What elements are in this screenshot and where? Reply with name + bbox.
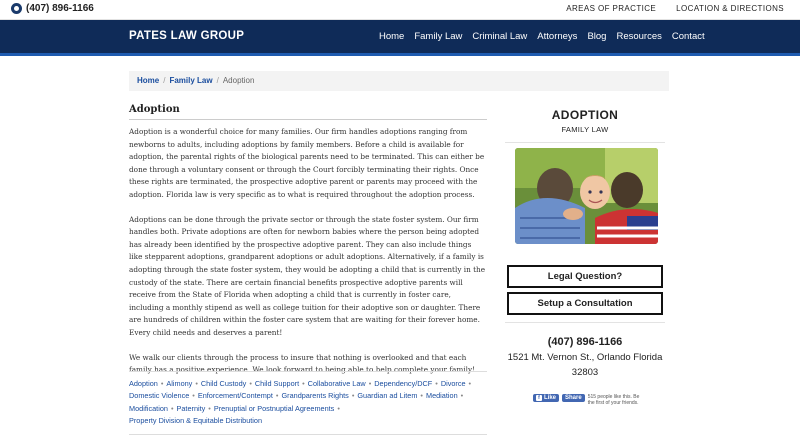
main-nav: Home Family Law Criminal Law Attorneys B… <box>379 31 715 42</box>
nav-resources[interactable]: Resources <box>616 31 661 42</box>
tag-link[interactable]: Domestic Violence <box>129 391 189 400</box>
link-location-directions[interactable]: LOCATION & DIRECTIONS <box>676 4 784 13</box>
tag-link[interactable]: Prenuptial or Postnuptial Agreements <box>214 404 334 413</box>
sidebar-title: ADOPTION <box>551 108 619 122</box>
address-line-2: 32803 <box>571 367 599 378</box>
tag-link[interactable]: Property Division & Equitable Distributi… <box>129 416 262 425</box>
address-line-1: 1521 Mt. Vernon St., Orlando Florida <box>507 352 663 363</box>
nav-contact[interactable]: Contact <box>672 31 705 42</box>
breadcrumb-separator: / <box>216 76 219 85</box>
breadcrumb-home[interactable]: Home <box>137 76 159 85</box>
phone-icon <box>11 3 22 14</box>
article-paragraph: Adoptions can be done through the privat… <box>129 214 486 337</box>
tag-link[interactable]: Child Support <box>255 379 299 388</box>
tag-link[interactable]: Grandparents Rights <box>281 391 348 400</box>
sidebar-subtitle: FAMILY LAW <box>561 125 609 134</box>
page-title: Adoption <box>129 104 487 120</box>
breadcrumb-current: Adoption <box>222 76 255 85</box>
tag-link[interactable]: Paternity <box>177 404 206 413</box>
nav-family-law[interactable]: Family Law <box>414 31 462 42</box>
sidebar-address: 1521 Mt. Vernon St., Orlando Florida 328… <box>505 350 665 380</box>
nav-attorneys[interactable]: Attorneys <box>537 31 577 42</box>
tag-link[interactable]: Child Custody <box>201 379 246 388</box>
tag-link[interactable]: Mediation <box>426 391 458 400</box>
legal-question-button[interactable]: Legal Question? <box>507 265 663 288</box>
facebook-like-count: 515 people like this. Be the first of yo… <box>587 394 640 406</box>
sidebar: ADOPTION FAMILY LAW Legal Question? Setu… <box>505 104 665 406</box>
link-areas-of-practice[interactable]: AREAS OF PRACTICE <box>566 4 656 13</box>
tag-link[interactable]: Adoption <box>129 379 158 388</box>
divider <box>129 434 487 435</box>
facebook-share-label: Share <box>565 395 582 401</box>
practice-area-links: Adoption • Alimony • Child Custody • Child Sup… <box>129 371 487 428</box>
breadcrumb: Home / Family Law / Adoption <box>129 71 669 91</box>
facebook-icon: f <box>536 395 542 401</box>
family-photo <box>515 148 658 244</box>
nav-blog[interactable]: Blog <box>587 31 606 42</box>
breadcrumb-family-law[interactable]: Family Law <box>169 76 212 85</box>
top-phone[interactable]: (407) 896-1166 <box>11 3 94 14</box>
family-photo-image <box>515 148 658 244</box>
site-brand[interactable]: PATES LAW GROUP <box>129 30 244 42</box>
article: Adoption Adoption is a wonderful choice … <box>129 104 487 389</box>
facebook-like-label: Like <box>544 395 557 401</box>
setup-consultation-button[interactable]: Setup a Consultation <box>507 292 663 315</box>
tag-link[interactable]: Modification <box>129 404 168 413</box>
breadcrumb-separator: / <box>163 76 166 85</box>
facebook-like-button[interactable]: f Like <box>533 394 560 402</box>
facebook-share-button[interactable]: Share <box>562 394 585 402</box>
nav-home[interactable]: Home <box>379 31 404 42</box>
tag-link[interactable]: Alimony <box>166 379 192 388</box>
article-paragraph: Adoption is a wonderful choice for many … <box>129 127 485 199</box>
utility-links: AREAS OF PRACTICE LOCATION & DIRECTIONS <box>566 4 784 13</box>
nav-criminal-law[interactable]: Criminal Law <box>472 31 527 42</box>
utility-bar: (407) 896-1166 AREAS OF PRACTICE LOCATIO… <box>0 0 800 20</box>
divider <box>505 322 665 323</box>
facebook-widget: f Like Share 515 people like this. Be the… <box>533 394 643 406</box>
tag-link[interactable]: Dependency/DCF <box>374 379 432 388</box>
tag-link[interactable]: Guardian ad Litem <box>357 391 417 400</box>
tag-link[interactable]: Enforcement/Contempt <box>198 391 273 400</box>
top-phone-number[interactable]: (407) 896-1166 <box>26 3 94 14</box>
divider <box>505 142 665 143</box>
tag-link[interactable]: Divorce <box>441 379 466 388</box>
sidebar-phone[interactable]: (407) 896-1166 <box>505 336 665 348</box>
main-navbar: PATES LAW GROUP Home Family Law Criminal… <box>0 20 800 56</box>
tag-link[interactable]: Collaborative Law <box>308 379 366 388</box>
